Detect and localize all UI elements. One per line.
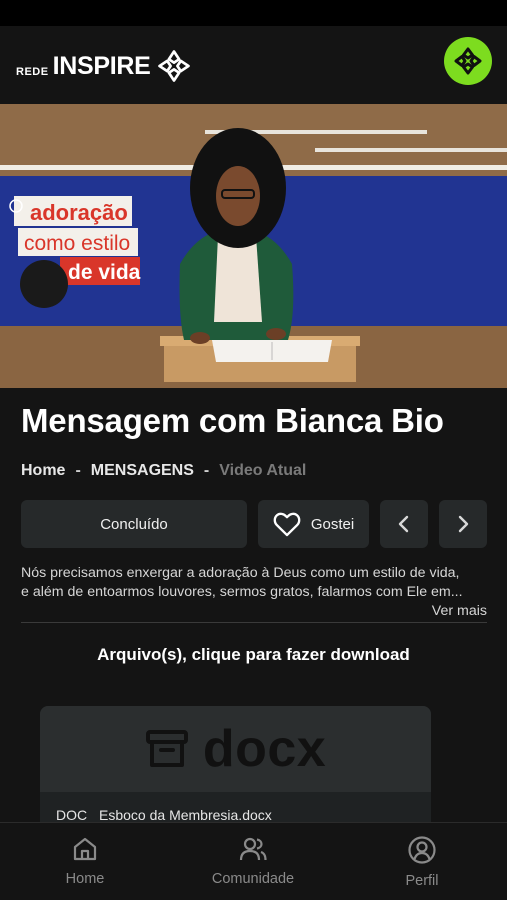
banner-line-1: adoração	[30, 200, 128, 225]
tab-home[interactable]: Home	[10, 835, 160, 887]
user-circle-icon	[408, 836, 436, 864]
tab-perfil[interactable]: Perfil	[347, 835, 497, 889]
tab-label: Perfil	[405, 873, 439, 889]
file-name: Esboco da Membresia.docx	[99, 807, 272, 823]
archive-box-icon	[145, 730, 188, 767]
file-type: DOC	[56, 807, 88, 823]
like-button[interactable]: Gostei	[258, 500, 369, 548]
tab-label: Home	[65, 871, 105, 887]
description-line: e além de entoarmos louvores, sermos gra…	[21, 584, 463, 600]
file-download-card[interactable]: docx DOC Esboco da Membresia.docx	[40, 706, 431, 836]
breadcrumb-current: Video Atual	[219, 462, 307, 479]
app-header: REDE INSPIRE	[0, 26, 507, 104]
mark-complete-label: Concluído	[100, 515, 168, 533]
inspire-logo-icon	[454, 47, 482, 75]
home-icon	[73, 837, 97, 861]
video-player[interactable]: adoração como estilo de vida	[0, 104, 507, 388]
file-preview: docx	[40, 706, 431, 792]
see-more-link[interactable]: Ver mais	[400, 603, 487, 619]
bottom-tab-bar: Home Comunidade Perfil	[0, 822, 507, 900]
like-label: Gostei	[310, 515, 355, 533]
breadcrumb-separator: -	[75, 462, 81, 479]
breadcrumb-home[interactable]: Home	[21, 462, 65, 480]
chevron-right-icon	[458, 515, 469, 533]
tab-label: Comunidade	[211, 871, 295, 887]
heart-icon	[273, 512, 301, 537]
users-icon	[239, 837, 267, 861]
files-heading: Arquivo(s), clique para fazer download	[97, 645, 410, 664]
next-video-button[interactable]	[439, 500, 487, 548]
breadcrumb: Home - MENSAGENS - Video Atual	[21, 462, 306, 480]
banner-line-2: como estilo	[24, 232, 130, 255]
breadcrumb-separator: -	[203, 462, 210, 479]
previous-video-button[interactable]	[380, 500, 428, 548]
video-title: Mensagem com Bianca Bio	[21, 402, 444, 439]
profile-avatar[interactable]	[444, 37, 492, 85]
breadcrumb-section[interactable]: MENSAGENS	[91, 462, 194, 480]
inspire-logo-icon	[157, 50, 190, 82]
divider	[21, 622, 487, 623]
logo-prefix: REDE	[16, 66, 49, 78]
app-logo[interactable]: REDE INSPIRE	[16, 48, 191, 84]
file-info: DOC Esboco da Membresia.docx	[56, 807, 272, 823]
status-bar	[0, 0, 507, 26]
tab-comunidade[interactable]: Comunidade	[178, 835, 328, 887]
description-line: Nós precisamos enxergar a adoração à Deu…	[21, 565, 460, 581]
file-extension: docx	[202, 720, 327, 778]
video-thumbnail: adoração como estilo de vida	[0, 104, 507, 388]
logo-name: INSPIRE	[52, 51, 151, 80]
banner-line-3: de vida	[68, 261, 141, 284]
video-description: Nós precisamos enxergar a adoração à Deu…	[21, 564, 487, 602]
mark-complete-button[interactable]: Concluído	[21, 500, 247, 548]
chevron-left-icon	[398, 515, 409, 533]
